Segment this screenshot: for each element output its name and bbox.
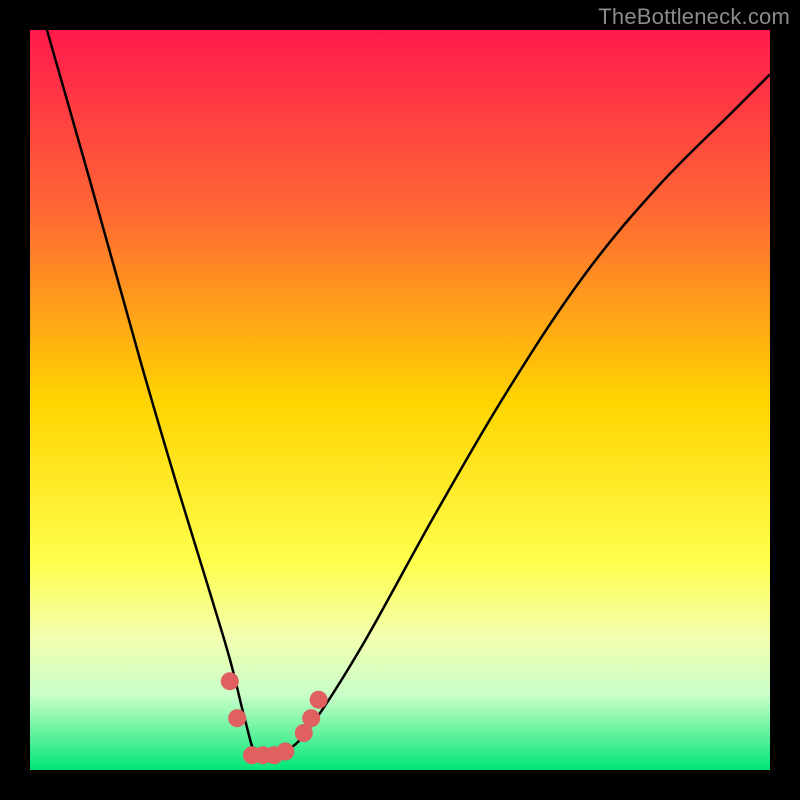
marker-point [221, 672, 239, 690]
watermark-text: TheBottleneck.com [598, 4, 790, 30]
heat-gradient-background [30, 30, 770, 770]
marker-point [302, 709, 320, 727]
chart-svg [30, 30, 770, 770]
marker-point [276, 743, 294, 761]
chart-frame: TheBottleneck.com [0, 0, 800, 800]
marker-point [228, 709, 246, 727]
marker-point [310, 691, 328, 709]
plot-area [30, 30, 770, 770]
